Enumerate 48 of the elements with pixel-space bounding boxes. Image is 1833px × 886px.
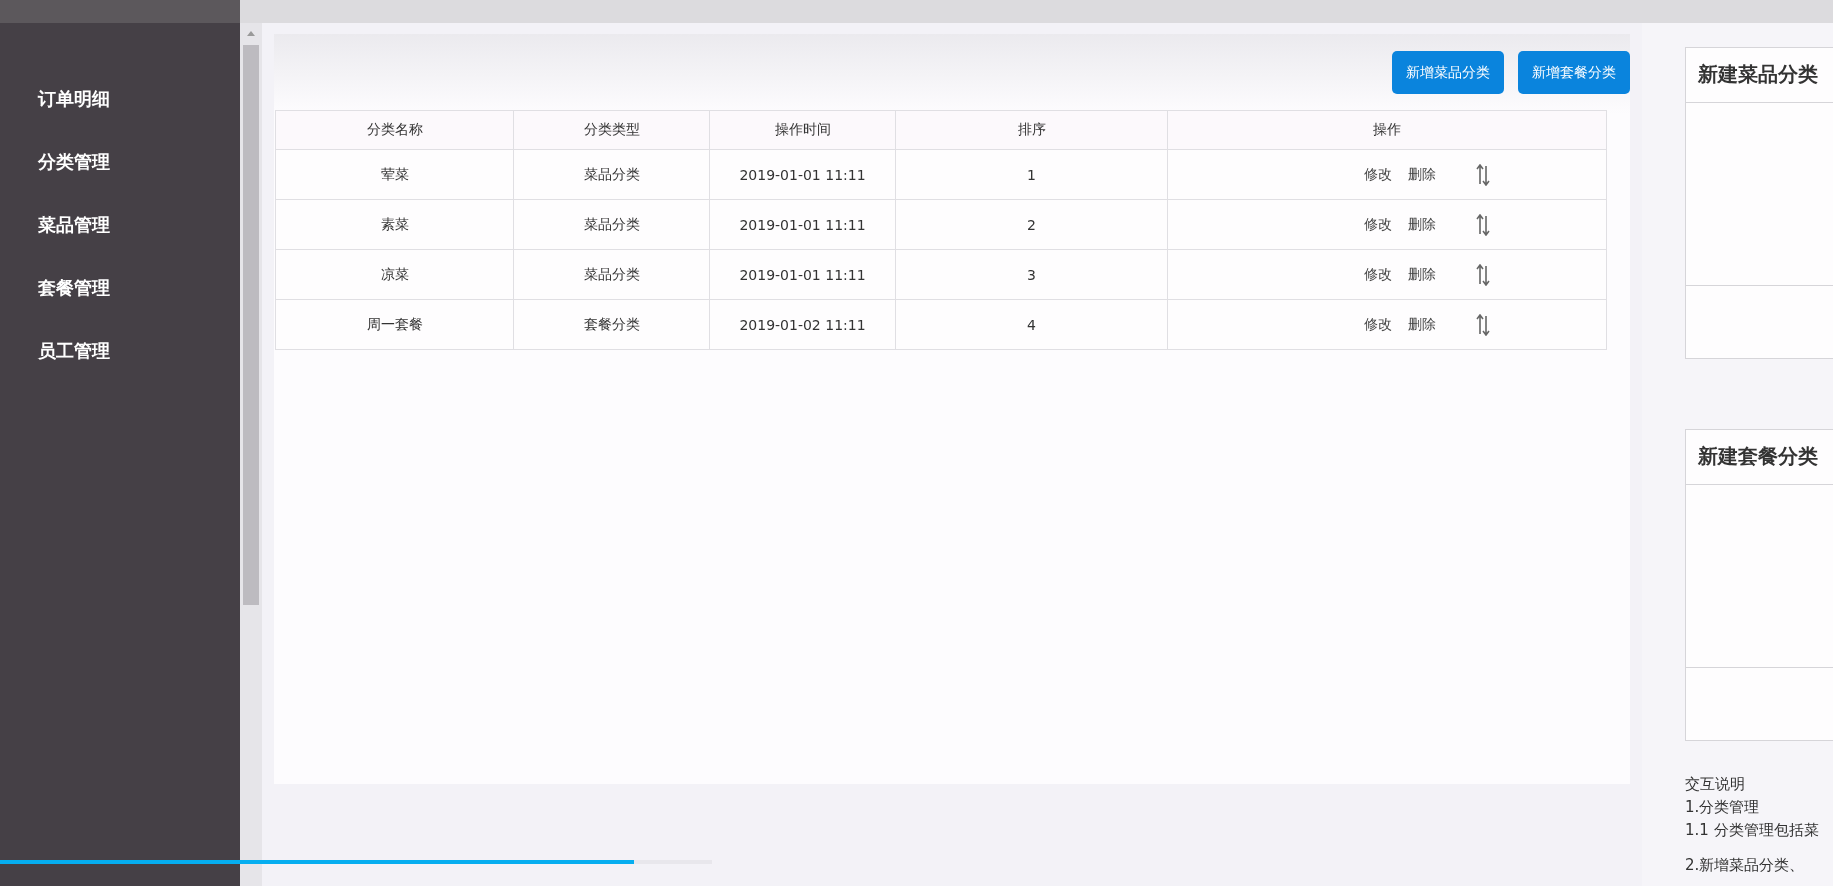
action-link[interactable]: 删除: [1408, 165, 1436, 184]
table-cell: 菜品分类: [513, 149, 710, 200]
table-cell: 2019-01-01 11:11: [709, 149, 896, 200]
add-button[interactable]: 新增套餐分类: [1518, 51, 1630, 94]
column-header: 操作时间: [709, 110, 896, 150]
note-text: 1.分类管理: [1685, 797, 1761, 818]
action-link[interactable]: 修改: [1364, 215, 1392, 234]
sidebar-item[interactable]: 订单明细: [0, 87, 240, 110]
dialog-title: 新建菜品分类: [1697, 61, 1819, 88]
table-cell: 4: [895, 299, 1168, 350]
dialog-title: 新建套餐分类: [1697, 443, 1819, 470]
scrollbar[interactable]: [240, 23, 262, 886]
table-cell: 素菜: [275, 199, 514, 250]
table-cell: 套餐分类: [513, 299, 710, 350]
table-cell: 3: [895, 249, 1168, 300]
sidebar-item[interactable]: 套餐管理: [0, 276, 240, 299]
action-link[interactable]: 删除: [1408, 215, 1436, 234]
column-header: 排序: [895, 110, 1168, 150]
action-link[interactable]: 删除: [1408, 315, 1436, 334]
sort-icon[interactable]: [1476, 213, 1490, 236]
column-header: 操作: [1167, 110, 1607, 150]
sidebar-item[interactable]: 员工管理: [0, 339, 240, 362]
sort-icon[interactable]: [1476, 163, 1490, 186]
sidebar-item[interactable]: 菜品管理: [0, 213, 240, 236]
column-header: 分类类型: [513, 110, 710, 150]
action-link[interactable]: 修改: [1364, 315, 1392, 334]
table-cell: 周一套餐: [275, 299, 514, 350]
action-link[interactable]: 修改: [1364, 165, 1392, 184]
table-cell: 2: [895, 199, 1168, 250]
add-button[interactable]: 新增菜品分类: [1392, 51, 1504, 94]
table-cell: 2019-01-01 11:11: [709, 199, 896, 250]
table-cell: 荤菜: [275, 149, 514, 200]
scroll-thumb[interactable]: [243, 45, 259, 605]
table-cell: 菜品分类: [513, 199, 710, 250]
table-cell: 1: [895, 149, 1168, 200]
note-text: 交互说明: [1685, 774, 1746, 795]
table-cell: 凉菜: [275, 249, 514, 300]
column-header: 分类名称: [275, 110, 514, 150]
sort-icon[interactable]: [1476, 263, 1490, 286]
action-link[interactable]: 删除: [1408, 265, 1436, 284]
table-cell: 2019-01-01 11:11: [709, 249, 896, 300]
action-link[interactable]: 修改: [1364, 265, 1392, 284]
sort-icon[interactable]: [1476, 313, 1490, 336]
sidebar-item[interactable]: 分类管理: [0, 150, 240, 173]
table-cell: 2019-01-02 11:11: [709, 299, 896, 350]
note-text: 2.新增菜品分类、: [1685, 855, 1806, 876]
table-cell: 菜品分类: [513, 249, 710, 300]
note-text: 1.1 分类管理包括菜: [1685, 820, 1820, 841]
